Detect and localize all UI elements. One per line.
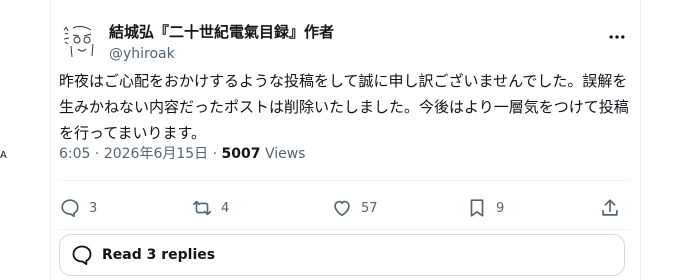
repost-button[interactable]: 4 xyxy=(191,192,229,224)
timeline-right-border xyxy=(640,0,641,280)
heart-icon xyxy=(334,200,350,217)
meta-separator: · xyxy=(212,146,222,162)
bookmark-icon xyxy=(470,199,484,217)
reply-button[interactable]: 3 xyxy=(59,192,97,224)
post-meta: 6:05 · 2026年6月15日 · 5007 Views xyxy=(59,144,305,164)
share-icon xyxy=(602,199,618,216)
share-button[interactable] xyxy=(599,192,621,224)
author-display-name[interactable]: 結城弘『二十世紀電氣目録』作者 xyxy=(109,22,334,42)
author-handle[interactable]: @yhiroak xyxy=(109,44,334,64)
action-bar: 3 4 57 9 xyxy=(59,192,631,224)
reply-bubble-icon xyxy=(72,245,92,265)
repost-icon xyxy=(192,200,212,216)
post-text: 昨夜はご心配をおかけするような投稿をして誠に申し訳ございませんでした。誤解を生み… xyxy=(59,72,629,142)
post-date[interactable]: 2026年6月15日 xyxy=(104,146,208,162)
read-replies-button[interactable]: Read 3 replies xyxy=(59,234,625,276)
meta-separator: · xyxy=(94,146,104,162)
author-names: 結城弘『二十世紀電氣目録』作者 @yhiroak xyxy=(109,22,334,64)
reply-icon xyxy=(61,199,79,218)
more-options-button[interactable] xyxy=(602,22,632,52)
post-detail: 結城弘『二十世紀電氣目録』作者 @yhiroak 昨夜はご心配をおかけするような… xyxy=(51,0,640,280)
meta-divider xyxy=(59,180,631,181)
post-header: 結城弘『二十世紀電氣目録』作者 @yhiroak xyxy=(51,8,640,64)
edge-text: A xyxy=(0,150,7,161)
actions-divider xyxy=(59,229,631,230)
bookmark-count: 9 xyxy=(496,200,505,216)
like-count: 57 xyxy=(361,200,378,216)
views-label[interactable]: Views xyxy=(265,146,306,162)
post-time[interactable]: 6:05 xyxy=(59,146,90,162)
more-dots-icon xyxy=(609,35,625,39)
avatar[interactable] xyxy=(59,22,99,62)
like-button[interactable]: 57 xyxy=(331,192,378,224)
reply-count: 3 xyxy=(89,200,98,216)
read-replies-label: Read 3 replies xyxy=(102,247,216,263)
views-count[interactable]: 5007 xyxy=(222,146,261,162)
avatar-drawing-icon xyxy=(59,22,99,62)
bookmark-button[interactable]: 9 xyxy=(466,192,504,224)
repost-count: 4 xyxy=(221,200,230,216)
